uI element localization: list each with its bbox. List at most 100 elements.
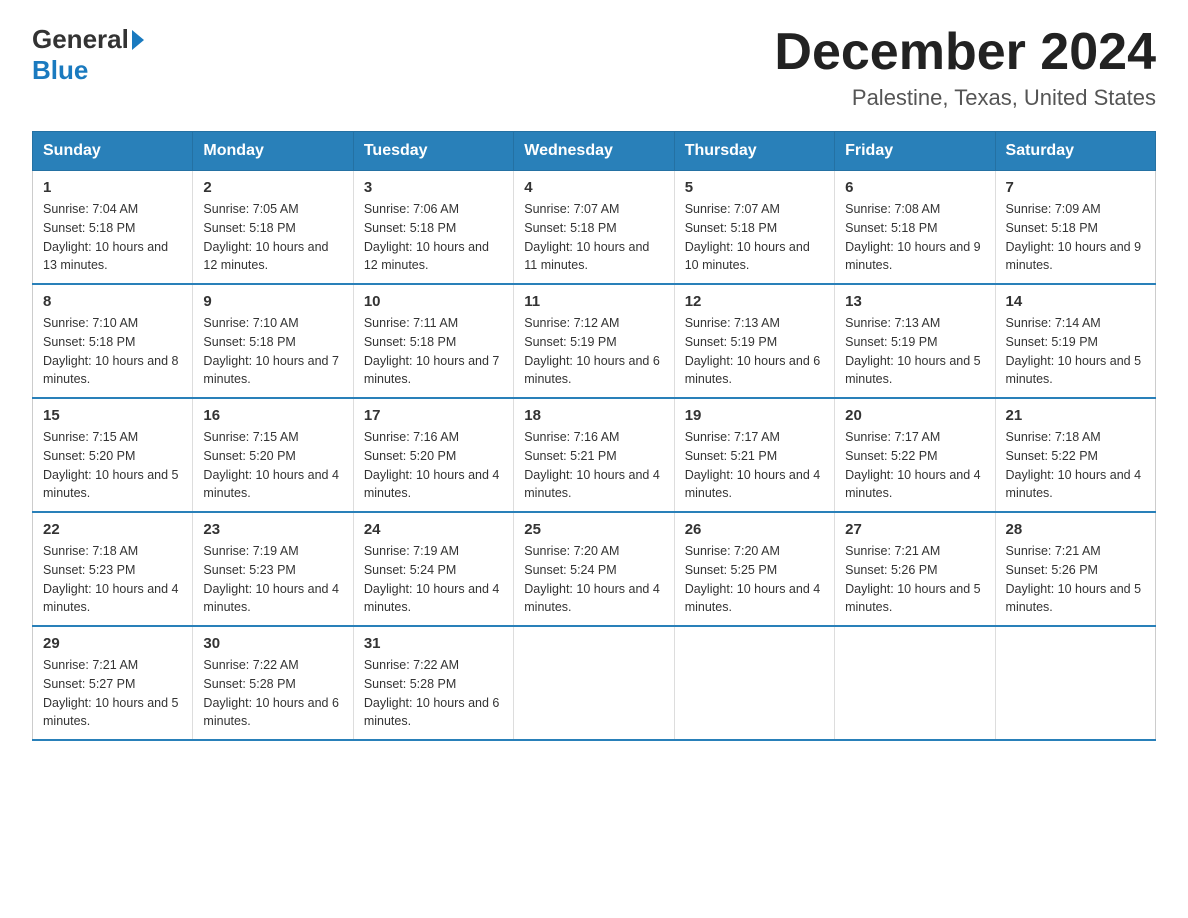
calendar-cell — [514, 626, 674, 740]
day-number: 23 — [203, 521, 342, 538]
week-row-3: 22 Sunrise: 7:18 AMSunset: 5:23 PMDayligh… — [33, 512, 1156, 626]
day-info: Sunrise: 7:21 AMSunset: 5:26 PMDaylight:… — [845, 542, 984, 617]
day-number: 24 — [364, 521, 503, 538]
header-friday: Friday — [835, 132, 995, 171]
page-header: General Blue December 2024 Palestine, Te… — [32, 24, 1156, 111]
day-number: 8 — [43, 293, 182, 310]
day-info: Sunrise: 7:13 AMSunset: 5:19 PMDaylight:… — [685, 314, 824, 389]
calendar-cell: 29 Sunrise: 7:21 AMSunset: 5:27 PMDayligh… — [33, 626, 193, 740]
day-number: 1 — [43, 179, 182, 196]
location-title: Palestine, Texas, United States — [774, 85, 1156, 111]
header-thursday: Thursday — [674, 132, 834, 171]
day-info: Sunrise: 7:10 AMSunset: 5:18 PMDaylight:… — [203, 314, 342, 389]
day-number: 20 — [845, 407, 984, 424]
day-info: Sunrise: 7:16 AMSunset: 5:20 PMDaylight:… — [364, 428, 503, 503]
calendar-cell: 25Sunrise: 7:20 AMSunset: 5:24 PMDayligh… — [514, 512, 674, 626]
day-number: 21 — [1006, 407, 1145, 424]
week-row-0: 1 Sunrise: 7:04 AMSunset: 5:18 PMDaylight… — [33, 171, 1156, 285]
day-number: 4 — [524, 179, 663, 196]
calendar-cell: 28 Sunrise: 7:21 AMSunset: 5:26 PMDayligh… — [995, 512, 1155, 626]
day-number: 19 — [685, 407, 824, 424]
day-info: Sunrise: 7:12 AMSunset: 5:19 PMDaylight:… — [524, 314, 663, 389]
calendar-cell: 3Sunrise: 7:06 AMSunset: 5:18 PMDaylight… — [353, 171, 513, 285]
day-number: 12 — [685, 293, 824, 310]
day-info: Sunrise: 7:14 AMSunset: 5:19 PMDaylight:… — [1006, 314, 1145, 389]
calendar-cell — [674, 626, 834, 740]
day-number: 29 — [43, 635, 182, 652]
day-info: Sunrise: 7:18 AMSunset: 5:23 PMDaylight:… — [43, 542, 182, 617]
day-number: 7 — [1006, 179, 1145, 196]
calendar-cell: 14Sunrise: 7:14 AMSunset: 5:19 PMDayligh… — [995, 284, 1155, 398]
day-info: Sunrise: 7:21 AMSunset: 5:27 PMDaylight:… — [43, 656, 182, 731]
day-info: Sunrise: 7:19 AMSunset: 5:23 PMDaylight:… — [203, 542, 342, 617]
month-title: December 2024 — [774, 24, 1156, 81]
header-sunday: Sunday — [33, 132, 193, 171]
calendar-cell: 20 Sunrise: 7:17 AMSunset: 5:22 PMDayligh… — [835, 398, 995, 512]
calendar-cell: 4 Sunrise: 7:07 AMSunset: 5:18 PMDaylight… — [514, 171, 674, 285]
day-number: 11 — [524, 293, 663, 310]
day-info: Sunrise: 7:05 AMSunset: 5:18 PMDaylight:… — [203, 200, 342, 275]
day-info: Sunrise: 7:10 AMSunset: 5:18 PMDaylight:… — [43, 314, 182, 389]
calendar-cell — [835, 626, 995, 740]
week-row-4: 29 Sunrise: 7:21 AMSunset: 5:27 PMDayligh… — [33, 626, 1156, 740]
header-tuesday: Tuesday — [353, 132, 513, 171]
calendar-cell: 5Sunrise: 7:07 AMSunset: 5:18 PMDaylight… — [674, 171, 834, 285]
day-number: 3 — [364, 179, 503, 196]
week-row-1: 8 Sunrise: 7:10 AMSunset: 5:18 PMDaylight… — [33, 284, 1156, 398]
calendar-cell: 1 Sunrise: 7:04 AMSunset: 5:18 PMDaylight… — [33, 171, 193, 285]
day-number: 5 — [685, 179, 824, 196]
calendar-cell: 17 Sunrise: 7:16 AMSunset: 5:20 PMDayligh… — [353, 398, 513, 512]
logo: General Blue — [32, 24, 144, 86]
logo-general-text: General — [32, 24, 129, 55]
day-info: Sunrise: 7:22 AMSunset: 5:28 PMDaylight:… — [364, 656, 503, 731]
calendar-cell: 2Sunrise: 7:05 AMSunset: 5:18 PMDaylight… — [193, 171, 353, 285]
calendar-cell: 26Sunrise: 7:20 AMSunset: 5:25 PMDayligh… — [674, 512, 834, 626]
day-info: Sunrise: 7:11 AMSunset: 5:18 PMDaylight:… — [364, 314, 503, 389]
day-number: 17 — [364, 407, 503, 424]
day-info: Sunrise: 7:17 AMSunset: 5:21 PMDaylight:… — [685, 428, 824, 503]
calendar-cell: 16Sunrise: 7:15 AMSunset: 5:20 PMDayligh… — [193, 398, 353, 512]
day-number: 30 — [203, 635, 342, 652]
calendar-cell: 27Sunrise: 7:21 AMSunset: 5:26 PMDayligh… — [835, 512, 995, 626]
day-number: 18 — [524, 407, 663, 424]
day-info: Sunrise: 7:09 AMSunset: 5:18 PMDaylight:… — [1006, 200, 1145, 275]
title-section: December 2024 Palestine, Texas, United S… — [774, 24, 1156, 111]
calendar-cell — [995, 626, 1155, 740]
day-number: 25 — [524, 521, 663, 538]
day-info: Sunrise: 7:08 AMSunset: 5:18 PMDaylight:… — [845, 200, 984, 275]
calendar-cell: 11 Sunrise: 7:12 AMSunset: 5:19 PMDayligh… — [514, 284, 674, 398]
header-wednesday: Wednesday — [514, 132, 674, 171]
day-number: 15 — [43, 407, 182, 424]
day-info: Sunrise: 7:18 AMSunset: 5:22 PMDaylight:… — [1006, 428, 1145, 503]
calendar-cell: 19 Sunrise: 7:17 AMSunset: 5:21 PMDayligh… — [674, 398, 834, 512]
day-number: 22 — [43, 521, 182, 538]
day-info: Sunrise: 7:16 AMSunset: 5:21 PMDaylight:… — [524, 428, 663, 503]
calendar-cell: 12 Sunrise: 7:13 AMSunset: 5:19 PMDayligh… — [674, 284, 834, 398]
logo-blue-text: Blue — [32, 55, 88, 85]
calendar-cell: 7 Sunrise: 7:09 AMSunset: 5:18 PMDaylight… — [995, 171, 1155, 285]
day-number: 28 — [1006, 521, 1145, 538]
day-info: Sunrise: 7:17 AMSunset: 5:22 PMDaylight:… — [845, 428, 984, 503]
calendar-cell: 15 Sunrise: 7:15 AMSunset: 5:20 PMDayligh… — [33, 398, 193, 512]
day-info: Sunrise: 7:13 AMSunset: 5:19 PMDaylight:… — [845, 314, 984, 389]
logo-arrow-icon — [132, 30, 144, 50]
calendar-cell: 24Sunrise: 7:19 AMSunset: 5:24 PMDayligh… — [353, 512, 513, 626]
calendar-cell: 22 Sunrise: 7:18 AMSunset: 5:23 PMDayligh… — [33, 512, 193, 626]
calendar-header: SundayMondayTuesdayWednesdayThursdayFrid… — [33, 132, 1156, 171]
calendar-cell: 8 Sunrise: 7:10 AMSunset: 5:18 PMDaylight… — [33, 284, 193, 398]
calendar-cell: 21 Sunrise: 7:18 AMSunset: 5:22 PMDayligh… — [995, 398, 1155, 512]
calendar-cell: 9Sunrise: 7:10 AMSunset: 5:18 PMDaylight… — [193, 284, 353, 398]
week-row-2: 15 Sunrise: 7:15 AMSunset: 5:20 PMDayligh… — [33, 398, 1156, 512]
calendar-cell: 23 Sunrise: 7:19 AMSunset: 5:23 PMDayligh… — [193, 512, 353, 626]
calendar-body: 1 Sunrise: 7:04 AMSunset: 5:18 PMDaylight… — [33, 171, 1156, 741]
day-info: Sunrise: 7:21 AMSunset: 5:26 PMDaylight:… — [1006, 542, 1145, 617]
day-info: Sunrise: 7:22 AMSunset: 5:28 PMDaylight:… — [203, 656, 342, 731]
calendar-table: SundayMondayTuesdayWednesdayThursdayFrid… — [32, 131, 1156, 741]
day-info: Sunrise: 7:15 AMSunset: 5:20 PMDaylight:… — [43, 428, 182, 503]
calendar-cell: 10Sunrise: 7:11 AMSunset: 5:18 PMDayligh… — [353, 284, 513, 398]
day-info: Sunrise: 7:07 AMSunset: 5:18 PMDaylight:… — [524, 200, 663, 275]
day-number: 6 — [845, 179, 984, 196]
calendar-cell: 31Sunrise: 7:22 AMSunset: 5:28 PMDayligh… — [353, 626, 513, 740]
day-number: 16 — [203, 407, 342, 424]
day-info: Sunrise: 7:04 AMSunset: 5:18 PMDaylight:… — [43, 200, 182, 275]
